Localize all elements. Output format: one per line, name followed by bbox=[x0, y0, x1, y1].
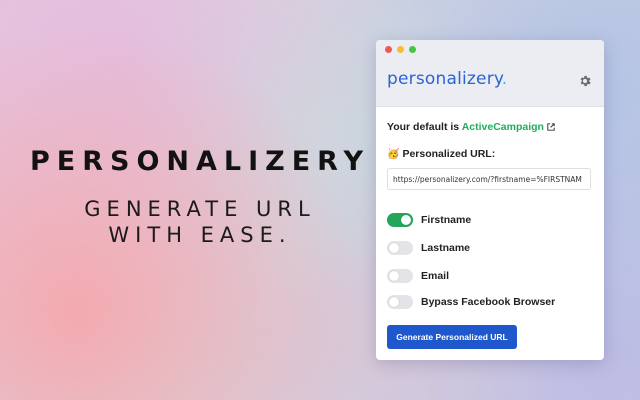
firstname-toggle[interactable] bbox=[387, 213, 413, 227]
firstname-label: Firstname bbox=[421, 214, 472, 226]
hero-subtitle-line-2: WITH EASE. bbox=[108, 223, 292, 247]
maximize-window-dot[interactable] bbox=[409, 46, 416, 53]
hero-title: PERSONALIZERY bbox=[29, 146, 371, 177]
party-icon: 🥳 bbox=[387, 149, 400, 160]
lastname-toggle[interactable] bbox=[387, 241, 413, 255]
default-provider-link[interactable]: ActiveCampaign bbox=[462, 121, 544, 133]
personalized-url-field[interactable]: https://personalizery.com/?firstname=%FI… bbox=[387, 168, 591, 190]
toggle-row-bypass-facebook: Bypass Facebook Browser bbox=[387, 294, 555, 310]
logo: personalizery. bbox=[387, 69, 507, 89]
bypass-facebook-label: Bypass Facebook Browser bbox=[421, 296, 556, 308]
external-link-icon[interactable] bbox=[547, 123, 555, 131]
email-toggle[interactable] bbox=[387, 269, 413, 283]
bypass-facebook-toggle[interactable] bbox=[387, 295, 413, 309]
popup-header: personalizery. bbox=[376, 40, 604, 107]
toggle-knob bbox=[401, 215, 411, 225]
toggle-row-firstname: Firstname bbox=[387, 212, 471, 228]
email-label: Email bbox=[421, 270, 450, 282]
gear-icon[interactable] bbox=[578, 74, 592, 88]
generate-url-button[interactable]: Generate Personalized URL bbox=[387, 325, 517, 349]
close-window-dot[interactable] bbox=[385, 46, 392, 53]
lastname-label: Lastname bbox=[421, 242, 471, 254]
toggle-knob bbox=[389, 243, 399, 253]
logo-dot: . bbox=[501, 69, 508, 89]
toggle-row-lastname: Lastname bbox=[387, 240, 470, 256]
personalized-url-heading: 🥳 Personalized URL: bbox=[387, 148, 495, 160]
toggle-knob bbox=[389, 271, 399, 281]
hero-subtitle-line-1: GENERATE URL bbox=[84, 197, 316, 221]
toggle-knob bbox=[389, 297, 399, 307]
default-prefix: Your default is bbox=[387, 121, 462, 133]
extension-popup: personalizery. Your default is ActiveCam… bbox=[376, 40, 604, 360]
default-provider-line: Your default is ActiveCampaign bbox=[387, 121, 555, 133]
personalized-url-label: Personalized URL: bbox=[402, 148, 496, 160]
hero-subtitle: GENERATE URL WITH EASE. bbox=[0, 196, 400, 248]
toggle-row-email: Email bbox=[387, 268, 449, 284]
logo-text: personalizery bbox=[387, 69, 502, 89]
minimize-window-dot[interactable] bbox=[397, 46, 404, 53]
